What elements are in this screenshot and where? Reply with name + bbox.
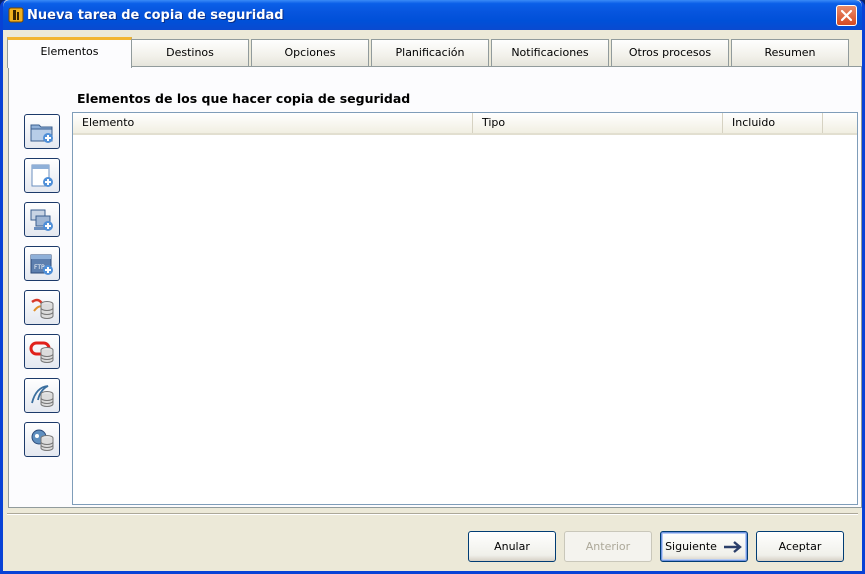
title-bar[interactable]: Nueva tarea de copia de seguridad <box>3 0 862 30</box>
accept-button[interactable]: Aceptar <box>756 531 844 562</box>
sql-server-database-icon <box>31 298 54 319</box>
column-header-incluido[interactable]: Incluido <box>723 113 823 133</box>
tab-elementos[interactable]: Elementos <box>7 37 132 68</box>
add-folder-icon <box>30 124 53 143</box>
add-network-icon <box>30 209 53 231</box>
backup-items-list[interactable]: Elemento Tipo Incluido <box>72 112 858 505</box>
close-button[interactable] <box>836 5 857 26</box>
list-header: Elemento Tipo Incluido <box>73 113 857 135</box>
tab-destinos[interactable]: Destinos <box>131 39 249 67</box>
tab-resumen[interactable]: Resumen <box>731 39 849 67</box>
sql-server-button[interactable] <box>24 290 60 325</box>
add-file-button[interactable] <box>24 158 60 193</box>
cancel-button[interactable]: Anular <box>468 531 556 562</box>
oracle-button[interactable] <box>24 334 60 369</box>
mysql-database-icon <box>31 385 54 407</box>
postgresql-database-icon <box>31 429 54 451</box>
tab-strip: Elementos Destinos Opciones Planificació… <box>7 37 855 68</box>
postgresql-button[interactable] <box>24 422 60 457</box>
section-heading: Elementos de los que hacer copia de segu… <box>77 91 411 106</box>
arrow-right-icon <box>723 541 742 553</box>
app-icon <box>8 7 24 23</box>
tab-otros-procesos[interactable]: Otros procesos <box>611 39 729 67</box>
add-folder-button[interactable] <box>24 114 60 149</box>
tab-panel-elementos: FTP Elementos de los que hacer copia de … <box>8 66 862 508</box>
previous-button[interactable]: Anterior <box>564 531 652 562</box>
close-icon <box>840 9 853 22</box>
add-ftp-button[interactable]: FTP <box>24 246 60 281</box>
footer-separator <box>7 513 858 515</box>
add-file-icon <box>31 164 53 187</box>
mysql-button[interactable] <box>24 378 60 413</box>
window-title: Nueva tarea de copia de seguridad <box>27 8 284 23</box>
oracle-database-icon <box>29 341 54 363</box>
next-button[interactable]: Siguiente <box>660 531 748 562</box>
column-header-elemento[interactable]: Elemento <box>73 113 473 133</box>
backup-task-window: Nueva tarea de copia de seguridad Elemen… <box>0 0 865 574</box>
next-button-label: Siguiente <box>665 540 717 553</box>
add-network-button[interactable] <box>24 202 60 237</box>
add-ftp-icon: FTP <box>30 254 53 275</box>
tab-planificacion[interactable]: Planificación <box>371 39 489 67</box>
tab-notificaciones[interactable]: Notificaciones <box>491 39 609 67</box>
tab-opciones[interactable]: Opciones <box>251 39 369 67</box>
column-header-tipo[interactable]: Tipo <box>473 113 723 133</box>
